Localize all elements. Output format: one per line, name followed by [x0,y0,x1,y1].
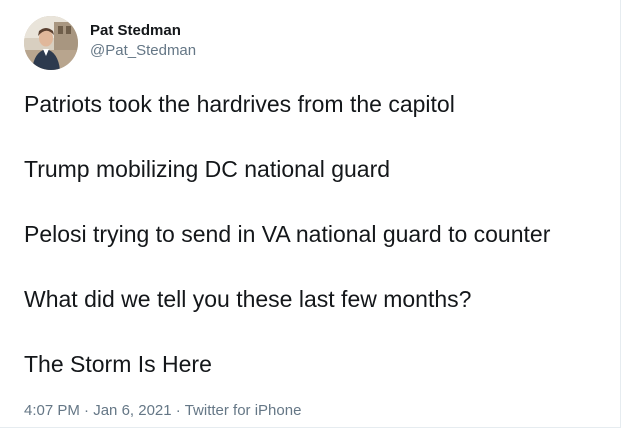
user-handle[interactable]: @Pat_Stedman [90,41,196,61]
tweet-source[interactable]: Twitter for iPhone [185,402,302,419]
tweet-metadata: 4:07 PM · Jan 6, 2021 · Twitter for iPho… [24,401,301,421]
avatar-photo-icon [24,16,78,70]
tweet-time[interactable]: 4:07 PM [24,402,80,419]
tweet-line: The Storm Is Here [24,351,212,377]
separator-dot: · [175,402,181,419]
display-name[interactable]: Pat Stedman [90,21,196,41]
tweet-line: Trump mobilizing DC national guard [24,156,391,182]
tweet-line: What did we tell you these last few mont… [24,286,472,312]
tweet-date[interactable]: Jan 6, 2021 [93,402,171,419]
user-names: Pat Stedman @Pat_Stedman [90,21,196,61]
separator-dot: · [84,402,90,419]
tweet-line: Pelosi trying to send in VA national gua… [24,221,551,247]
tweet-text: Patriots took the hardrives from the cap… [24,90,614,415]
tweet-line: Patriots took the hardrives from the cap… [24,91,455,117]
tweet-header: Pat Stedman @Pat_Stedman [24,16,196,70]
avatar[interactable] [24,16,78,70]
tweet-card: Pat Stedman @Pat_Stedman Patriots took t… [0,0,621,428]
